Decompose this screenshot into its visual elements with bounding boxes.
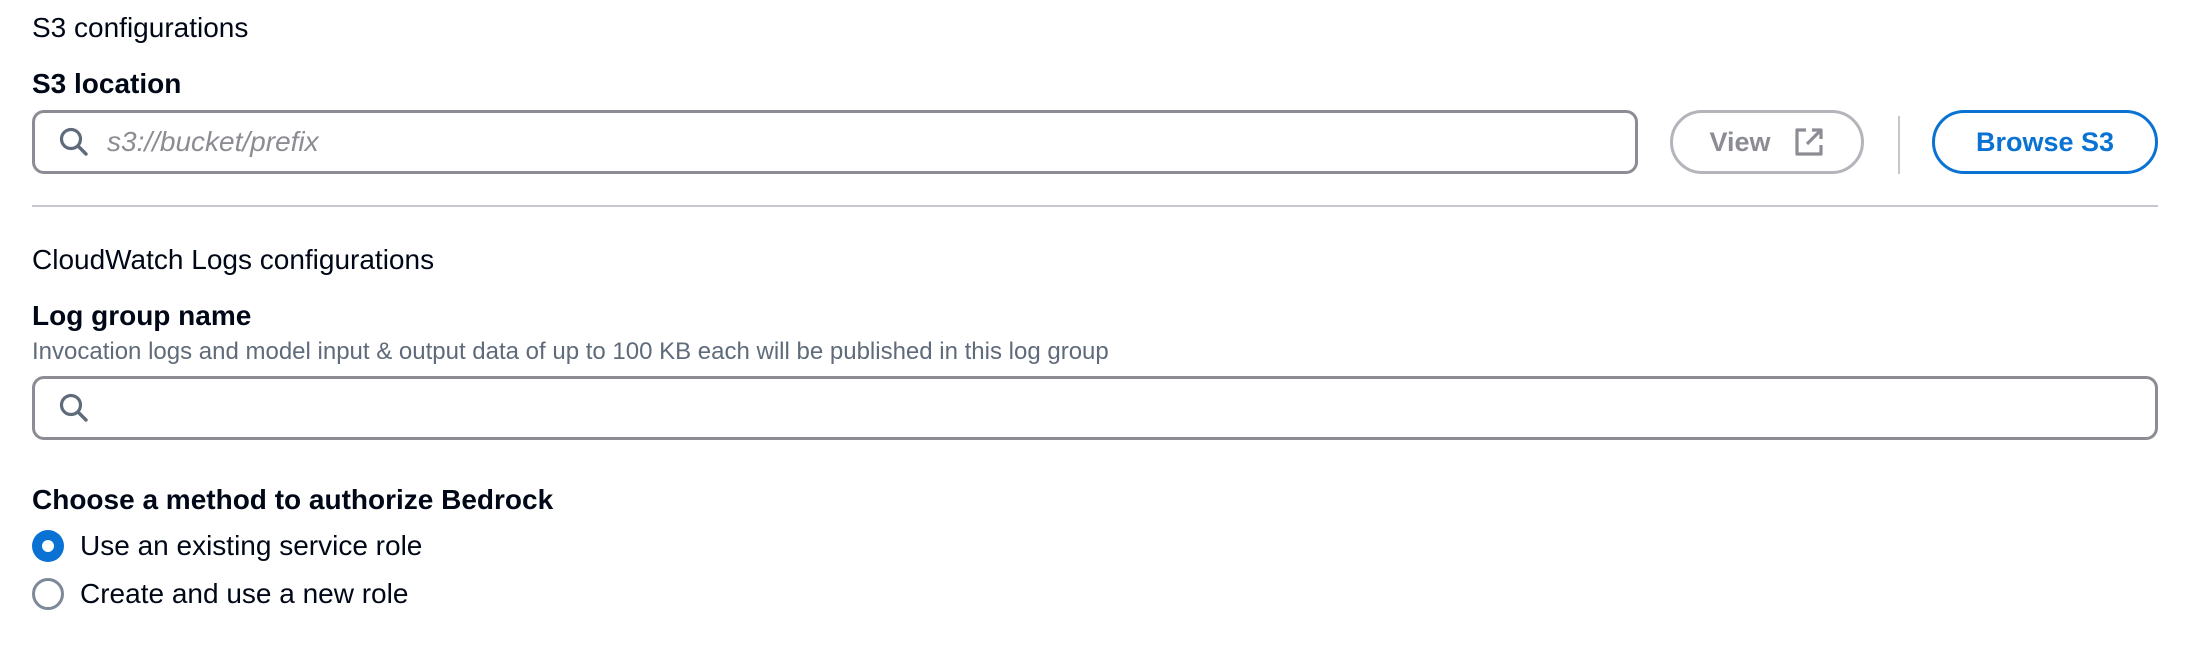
- button-divider: [1898, 116, 1900, 174]
- view-button-label: View: [1709, 126, 1771, 157]
- radio-button-selected[interactable]: [32, 530, 64, 562]
- radio-button-unselected[interactable]: [32, 578, 64, 610]
- radio-option-new-role[interactable]: Create and use a new role: [32, 578, 408, 610]
- browse-s3-button-label: Browse S3: [1975, 126, 2115, 157]
- view-button[interactable]: View: [1670, 110, 1864, 174]
- radio-option-label: Create and use a new role: [80, 578, 409, 609]
- log-group-input[interactable]: [107, 379, 2135, 437]
- logging-configuration-form: S3 configurations S3 location View Brows…: [0, 0, 2190, 646]
- search-icon: [59, 393, 88, 422]
- log-group-field[interactable]: [32, 376, 2158, 440]
- external-link-icon: [1794, 128, 1823, 156]
- s3-location-input[interactable]: [107, 113, 1615, 171]
- s3-location-field[interactable]: [32, 110, 1638, 174]
- browse-s3-button[interactable]: Browse S3: [1932, 110, 2158, 174]
- search-icon: [59, 127, 88, 156]
- s3-location-label: S3 location: [32, 68, 182, 99]
- log-group-name-label: Log group name: [32, 300, 252, 331]
- cloudwatch-configurations-heading: CloudWatch Logs configurations: [32, 244, 435, 275]
- section-divider: [32, 205, 2158, 207]
- s3-configurations-heading: S3 configurations: [32, 12, 249, 43]
- log-group-description: Invocation logs and model input & output…: [32, 338, 1109, 365]
- radio-option-label: Use an existing service role: [80, 530, 423, 561]
- authorize-bedrock-label: Choose a method to authorize Bedrock: [32, 484, 554, 515]
- radio-option-existing-role[interactable]: Use an existing service role: [32, 530, 422, 562]
